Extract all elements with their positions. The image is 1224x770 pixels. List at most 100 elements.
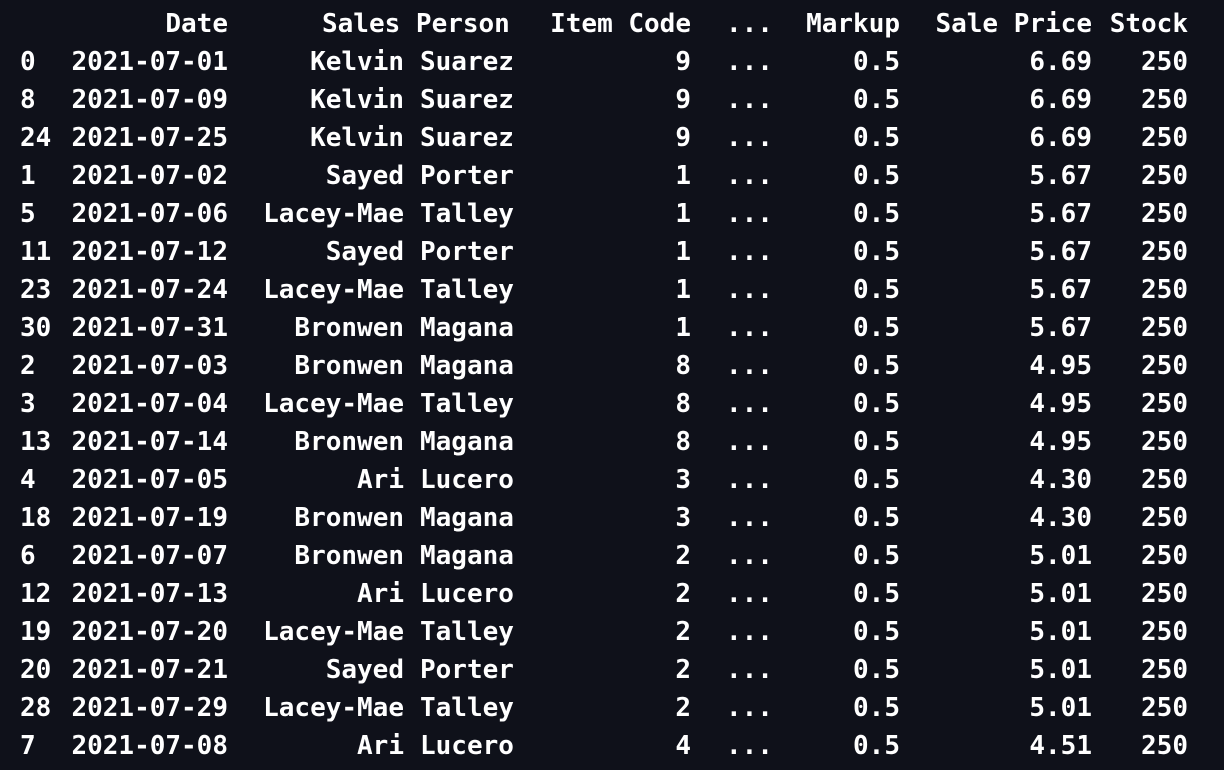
sales-person-first-name: Bronwen (294, 503, 404, 533)
markup-cell: 0.5 (853, 161, 900, 191)
sales-person-first-name: Bronwen (294, 541, 404, 571)
row-index: 2 (20, 351, 36, 381)
sales-person-first-name: Bronwen (294, 351, 404, 381)
item-code-cell: 8 (675, 389, 691, 419)
stock-cell: 250 (1141, 579, 1188, 609)
sale-price-cell: 4.30 (1029, 465, 1092, 495)
sale-price-cell: 4.95 (1029, 427, 1092, 457)
sales-person-last-name: Magana (420, 503, 514, 533)
sale-price-cell: 6.69 (1029, 85, 1092, 115)
table-row: 7 2021-07-08 Ari Lucero 4... 0.5 4.51 250 (0, 727, 1224, 765)
ellipsis-cell: ... (726, 503, 773, 533)
sales-person-last-name: Talley (420, 617, 514, 647)
markup-cell: 0.5 (853, 655, 900, 685)
row-index: 11 (20, 237, 52, 267)
sales-person-first-name: Kelvin (310, 85, 404, 115)
column-header-item-code: Item Code (550, 9, 691, 39)
column-header-sales-person: Sales Person (322, 9, 510, 39)
item-code-cell: 2 (675, 655, 691, 685)
sale-price-cell: 5.01 (1029, 617, 1092, 647)
stock-cell: 250 (1141, 161, 1188, 191)
row-index: 6 (20, 541, 36, 571)
date-cell: 2021-07-05 (71, 465, 228, 495)
item-code-cell: 2 (675, 579, 691, 609)
table-row: 30 2021-07-31 Bronwen Magana 1... 0.5 5.67 250 (0, 309, 1224, 347)
stock-cell: 250 (1141, 389, 1188, 419)
stock-cell: 250 (1141, 237, 1188, 267)
sales-person-first-name: Lacey-Mae (263, 199, 404, 229)
column-header-markup: Markup (806, 9, 900, 39)
ellipsis-cell: ... (726, 465, 773, 495)
date-cell: 2021-07-29 (71, 693, 228, 723)
markup-cell: 0.5 (853, 85, 900, 115)
stock-cell: 250 (1141, 731, 1188, 761)
sales-person-last-name: Porter (420, 655, 514, 685)
table-row: 12 2021-07-13 Ari Lucero 2... 0.5 5.01 250 (0, 575, 1224, 613)
sales-person-last-name: Suarez (420, 85, 514, 115)
item-code-cell: 9 (675, 85, 691, 115)
row-index: 0 (20, 47, 36, 77)
sales-person-first-name: Ari (357, 465, 404, 495)
table-row: 28 2021-07-29 Lacey-Mae Talley 2... 0.5 5.01 25… (0, 689, 1224, 727)
sales-person-first-name: Lacey-Mae (263, 693, 404, 723)
markup-cell: 0.5 (853, 579, 900, 609)
dataframe-header-row: Date Sales Person Item Code ... Markup S… (0, 5, 1224, 43)
ellipsis-cell: ... (726, 389, 773, 419)
row-index: 7 (20, 731, 36, 761)
sales-person-first-name: Lacey-Mae (263, 617, 404, 647)
date-cell: 2021-07-21 (71, 655, 228, 685)
row-index: 4 (20, 465, 36, 495)
table-row: 3 2021-07-04 Lacey-Mae Talley 8... 0.5 4.95 250 (0, 385, 1224, 423)
table-row: 5 2021-07-06 Lacey-Mae Talley 1... 0.5 5.67 250 (0, 195, 1224, 233)
table-row: 1 2021-07-02 Sayed Porter 1... 0.5 5.67 250 (0, 157, 1224, 195)
row-index: 1 (20, 161, 36, 191)
sale-price-cell: 5.67 (1029, 237, 1092, 267)
markup-cell: 0.5 (853, 465, 900, 495)
sales-person-first-name: Lacey-Mae (263, 275, 404, 305)
sales-person-first-name: Sayed (325, 237, 404, 267)
sales-person-first-name: Kelvin (310, 123, 404, 153)
row-index: 13 (20, 427, 52, 457)
table-row: 20 2021-07-21 Sayed Porter 2... 0.5 5.01 250 (0, 651, 1224, 689)
ellipsis-cell: ... (726, 47, 773, 77)
row-index: 8 (20, 85, 36, 115)
sales-person-last-name: Lucero (420, 731, 514, 761)
item-code-cell: 8 (675, 427, 691, 457)
item-code-cell: 2 (675, 693, 691, 723)
markup-cell: 0.5 (853, 199, 900, 229)
markup-cell: 0.5 (853, 693, 900, 723)
table-row: 18 2021-07-19 Bronwen Magana 3... 0.5 4.30 250 (0, 499, 1224, 537)
row-index: 20 (20, 655, 52, 685)
stock-cell: 250 (1141, 503, 1188, 533)
sales-person-last-name: Magana (420, 427, 514, 457)
table-row: 19 2021-07-20 Lacey-Mae Talley 2... 0.5 5.01 25… (0, 613, 1224, 651)
sale-price-cell: 6.69 (1029, 47, 1092, 77)
sale-price-cell: 5.01 (1029, 693, 1092, 723)
date-cell: 2021-07-20 (71, 617, 228, 647)
sale-price-cell: 4.95 (1029, 389, 1092, 419)
date-cell: 2021-07-08 (71, 731, 228, 761)
markup-cell: 0.5 (853, 313, 900, 343)
item-code-cell: 1 (675, 275, 691, 305)
item-code-cell: 9 (675, 47, 691, 77)
markup-cell: 0.5 (853, 503, 900, 533)
table-row: 4 2021-07-05 Ari Lucero 3... 0.5 4.30 250 (0, 461, 1224, 499)
ellipsis-cell: ... (726, 541, 773, 571)
stock-cell: 250 (1141, 47, 1188, 77)
markup-cell: 0.5 (853, 47, 900, 77)
sales-person-first-name: Sayed (325, 655, 404, 685)
ellipsis-cell: ... (726, 655, 773, 685)
sale-price-cell: 5.01 (1029, 655, 1092, 685)
stock-cell: 250 (1141, 123, 1188, 153)
sales-person-last-name: Porter (420, 161, 514, 191)
ellipsis-cell: ... (726, 85, 773, 115)
stock-cell: 250 (1141, 351, 1188, 381)
date-cell: 2021-07-31 (71, 313, 228, 343)
item-code-cell: 1 (675, 313, 691, 343)
sale-price-cell: 4.95 (1029, 351, 1092, 381)
row-index: 24 (20, 123, 52, 153)
date-cell: 2021-07-07 (71, 541, 228, 571)
item-code-cell: 2 (675, 541, 691, 571)
item-code-cell: 1 (675, 161, 691, 191)
markup-cell: 0.5 (853, 123, 900, 153)
